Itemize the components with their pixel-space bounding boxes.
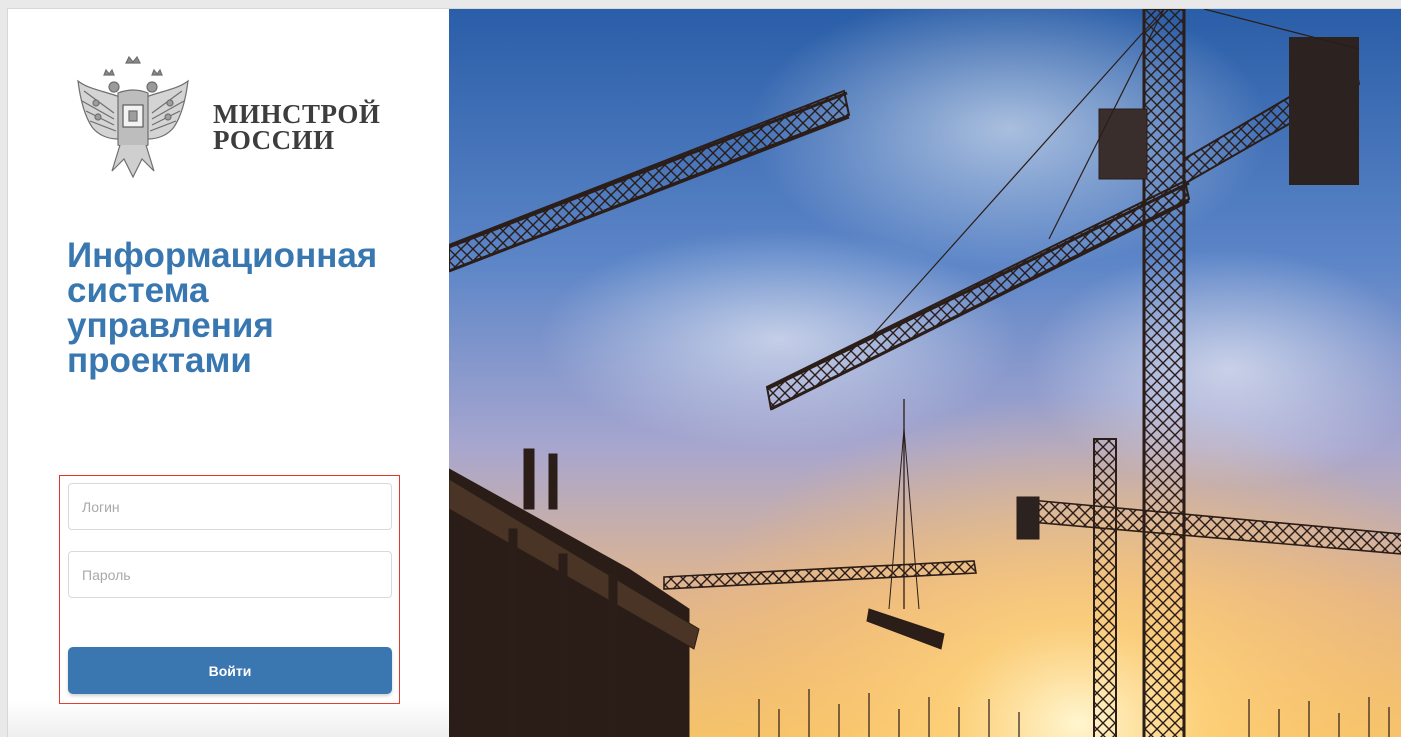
login-input[interactable] [68, 483, 392, 530]
system-title-line1: Информационная [67, 236, 378, 275]
login-form: Войти [59, 475, 400, 704]
system-title-line3: управления [67, 306, 274, 345]
construction-cranes-illustration [449, 9, 1401, 737]
coat-of-arms-icon [77, 55, 189, 179]
login-panel: МИНСТРОЙ РОССИИ Информационная система у… [8, 9, 449, 737]
ministry-name-line2: РОССИИ [213, 125, 335, 155]
ministry-name-line1: МИНСТРОЙ [213, 99, 381, 129]
system-title: Информационная система управления проект… [67, 238, 412, 378]
panel-bottom-shadow [8, 702, 449, 737]
login-page: МИНСТРОЙ РОССИИ Информационная система у… [7, 8, 1401, 737]
login-button[interactable]: Войти [68, 647, 392, 694]
system-title-line2: система [67, 271, 209, 310]
password-input[interactable] [68, 551, 392, 598]
hero-image [449, 9, 1401, 737]
ministry-name: МИНСТРОЙ РОССИИ [213, 99, 381, 155]
ministry-logo: МИНСТРОЙ РОССИИ [74, 53, 404, 181]
system-title-line4: проектами [67, 341, 252, 380]
